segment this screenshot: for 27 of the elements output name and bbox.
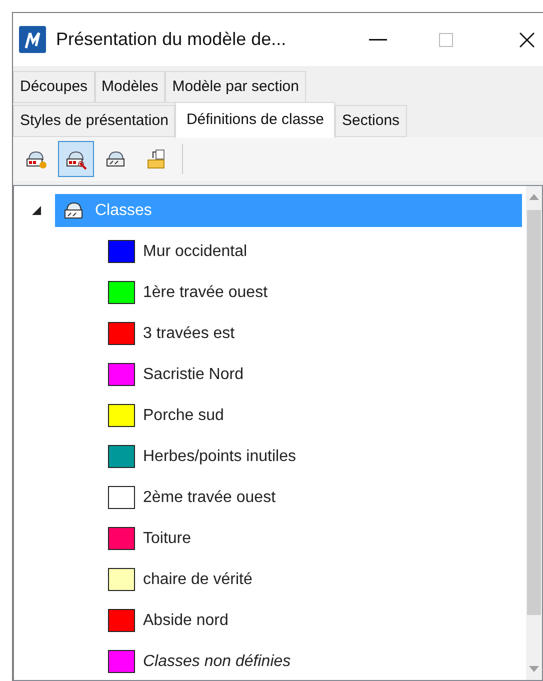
expand-caret-icon[interactable] [32,206,41,215]
tab[interactable]: Découpes [13,71,95,103]
tree-item[interactable]: Sacristie Nord [143,362,244,386]
folder-icon [145,148,167,170]
tab[interactable]: Styles de présentation [13,105,176,137]
tree-item[interactable]: 2ème travée ouest [143,486,276,510]
close-icon[interactable] [519,32,535,48]
scrollbar[interactable] [526,186,542,680]
tab[interactable]: Modèles [94,71,166,103]
minimize-icon[interactable] [369,38,387,40]
tab[interactable]: Définitions de classe [175,102,336,138]
tab[interactable]: Modèle par section [165,71,306,103]
window-title: Présentation du modèle de... [56,28,286,51]
tree-item[interactable]: Classes non définies [143,650,291,674]
tab[interactable]: Sections [335,105,407,137]
tree-item[interactable]: 1ère travée ouest [143,280,268,304]
tree-item[interactable]: Toiture [143,526,192,550]
scroll-thumb[interactable] [527,210,541,615]
app-logo-icon [19,26,46,53]
tree-item[interactable]: Herbes/points inutiles [143,444,296,468]
tree-item[interactable]: chaire de vérité [143,568,252,592]
tree-item[interactable]: Porche sud [143,404,224,428]
tree-item[interactable]: Mur occidental [143,240,248,264]
tree-item[interactable]: Abside nord [143,608,228,632]
toolbar-button[interactable] [58,141,94,177]
database-icon [63,200,85,220]
tree-item[interactable]: 3 travées est [143,322,235,346]
